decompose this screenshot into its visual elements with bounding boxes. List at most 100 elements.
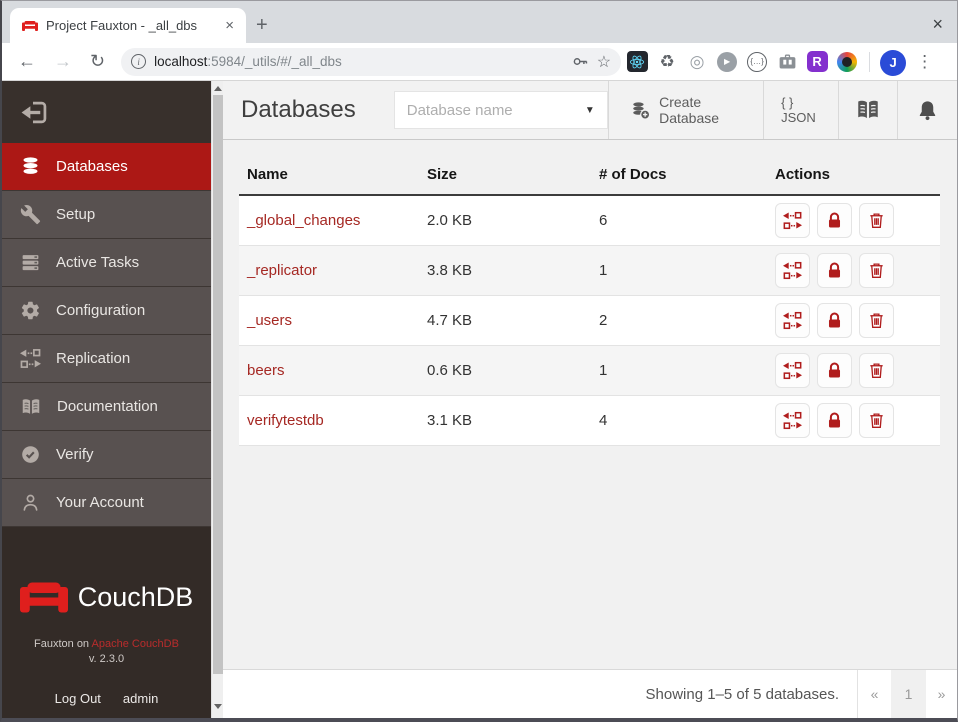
- databases-icon: [23, 157, 38, 174]
- database-size: 2.0 KB: [427, 212, 473, 229]
- table-footer: Showing 1–5 of 5 databases. « 1 »: [223, 669, 957, 718]
- results-summary: Showing 1–5 of 5 databases.: [645, 685, 839, 703]
- braces-extension-icon[interactable]: {…}: [745, 50, 769, 74]
- set-permissions-button[interactable]: [817, 403, 852, 438]
- trash-icon: [870, 413, 883, 429]
- replication-icon: [783, 311, 802, 330]
- chat-extension-icon[interactable]: ▶: [715, 50, 739, 74]
- replication-icon: [20, 349, 41, 368]
- table-row: _users 4.7 KB 2: [239, 296, 940, 346]
- chevron-down-icon[interactable]: ▼: [585, 105, 595, 116]
- briefcase-extension-icon[interactable]: [775, 50, 799, 74]
- set-permissions-button[interactable]: [817, 353, 852, 388]
- sidebar-collapse-button[interactable]: [2, 81, 211, 143]
- new-tab-button[interactable]: +: [256, 14, 268, 37]
- set-permissions-button[interactable]: [817, 203, 852, 238]
- url-bar[interactable]: i localhost:5984/_utils/#/_all_dbs ☆: [121, 47, 622, 76]
- sidebar-item-active-tasks[interactable]: Active Tasks: [2, 239, 211, 287]
- database-name-input[interactable]: [406, 101, 585, 119]
- set-permissions-button[interactable]: [817, 303, 852, 338]
- browser-toolbar: ← → ↻ i localhost:5984/_utils/#/_all_dbs…: [2, 43, 957, 81]
- delete-database-button[interactable]: [859, 253, 894, 288]
- database-size: 3.8 KB: [427, 262, 473, 279]
- database-doc-count: 1: [599, 262, 608, 279]
- delete-database-button[interactable]: [859, 303, 894, 338]
- logout-link[interactable]: Log Out: [55, 691, 101, 706]
- active-tasks-icon: [22, 255, 39, 271]
- browser-window: Project Fauxton - _all_dbs × + × ← → ↻ i…: [0, 0, 958, 722]
- database-link[interactable]: _replicator: [247, 262, 317, 279]
- vertical-scrollbar[interactable]: [211, 81, 223, 718]
- sidebar-footer: CouchDB Fauxton on Apache CouchDB v. 2.3…: [2, 527, 211, 718]
- replicate-database-button[interactable]: [775, 353, 810, 388]
- window-close-icon[interactable]: ×: [932, 14, 943, 35]
- tab-strip: Project Fauxton - _all_dbs × + ×: [2, 1, 957, 43]
- lock-icon: [828, 362, 841, 378]
- database-doc-count: 1: [599, 362, 608, 379]
- sidebar-item-verify[interactable]: Verify: [2, 431, 211, 479]
- react-devtools-icon[interactable]: [625, 50, 649, 74]
- table-row: _replicator 3.8 KB 1: [239, 246, 940, 296]
- sidebar-item-replication[interactable]: Replication: [2, 335, 211, 383]
- documentation-button[interactable]: [838, 81, 897, 139]
- pagination-next-button[interactable]: »: [926, 670, 957, 718]
- database-doc-count: 4: [599, 412, 608, 429]
- trash-icon: [870, 313, 883, 329]
- trash-icon: [870, 213, 883, 229]
- colorwheel-extension-icon[interactable]: [835, 50, 859, 74]
- tab-close-icon[interactable]: ×: [221, 17, 238, 34]
- database-link[interactable]: _users: [247, 312, 292, 329]
- set-permissions-button[interactable]: [817, 253, 852, 288]
- json-button[interactable]: { } JSON: [763, 81, 838, 139]
- bookmark-star-icon[interactable]: ☆: [597, 52, 611, 72]
- forward-icon[interactable]: →: [46, 51, 80, 72]
- orbit-extension-icon[interactable]: ◎: [685, 50, 709, 74]
- site-info-icon[interactable]: i: [131, 54, 147, 69]
- sidebar-item-documentation[interactable]: Documentation: [2, 383, 211, 431]
- browser-menu-icon[interactable]: ⋮: [908, 52, 941, 72]
- database-name-combobox[interactable]: ▼: [393, 91, 608, 129]
- replicate-database-button[interactable]: [775, 253, 810, 288]
- browser-tab[interactable]: Project Fauxton - _all_dbs ×: [10, 8, 246, 43]
- scroll-down-arrow[interactable]: [212, 700, 224, 712]
- sidebar-item-databases[interactable]: Databases: [2, 143, 211, 191]
- delete-database-button[interactable]: [859, 403, 894, 438]
- replicate-database-button[interactable]: [775, 303, 810, 338]
- replicate-database-button[interactable]: [775, 203, 810, 238]
- sidebar-item-configuration[interactable]: Configuration: [2, 287, 211, 335]
- notifications-button[interactable]: [897, 81, 957, 139]
- database-link[interactable]: _global_changes: [247, 212, 360, 229]
- scrollbar-thumb[interactable]: [213, 95, 223, 674]
- column-header-name: Name: [247, 166, 288, 183]
- create-database-button[interactable]: Create Database: [607, 81, 763, 139]
- delete-database-button[interactable]: [859, 353, 894, 388]
- page-title: Databases: [241, 96, 356, 123]
- back-icon[interactable]: ←: [10, 51, 44, 72]
- main-panel: Databases ▼ Create Database: [223, 81, 957, 718]
- scroll-up-arrow[interactable]: [212, 82, 224, 94]
- reload-icon[interactable]: ↻: [82, 51, 113, 72]
- pagination-page-1[interactable]: 1: [891, 670, 926, 718]
- main-header: Databases ▼ Create Database: [223, 81, 957, 140]
- lock-icon: [828, 412, 841, 428]
- database-doc-count: 6: [599, 212, 608, 229]
- trash-icon: [870, 363, 883, 379]
- sidebar-item-your-account[interactable]: Your Account: [2, 479, 211, 527]
- create-database-icon: [632, 101, 650, 120]
- book-icon: [858, 100, 878, 119]
- sidebar: Databases Setup Active Tasks Configurati…: [2, 81, 211, 718]
- replication-icon: [783, 361, 802, 380]
- database-link[interactable]: beers: [247, 362, 285, 379]
- database-link[interactable]: verifytestdb: [247, 412, 324, 429]
- recycle-extension-icon[interactable]: ♻: [655, 50, 679, 74]
- key-icon[interactable]: [572, 53, 589, 70]
- profile-avatar[interactable]: J: [880, 49, 907, 76]
- r-extension-icon[interactable]: R: [805, 50, 829, 74]
- replicate-database-button[interactable]: [775, 403, 810, 438]
- couchdb-logo: CouchDB: [19, 581, 193, 614]
- username-link[interactable]: admin: [123, 691, 158, 706]
- pagination-prev-button[interactable]: «: [858, 670, 891, 718]
- delete-database-button[interactable]: [859, 203, 894, 238]
- apache-couchdb-link[interactable]: Apache CouchDB: [92, 638, 179, 650]
- sidebar-item-setup[interactable]: Setup: [2, 191, 211, 239]
